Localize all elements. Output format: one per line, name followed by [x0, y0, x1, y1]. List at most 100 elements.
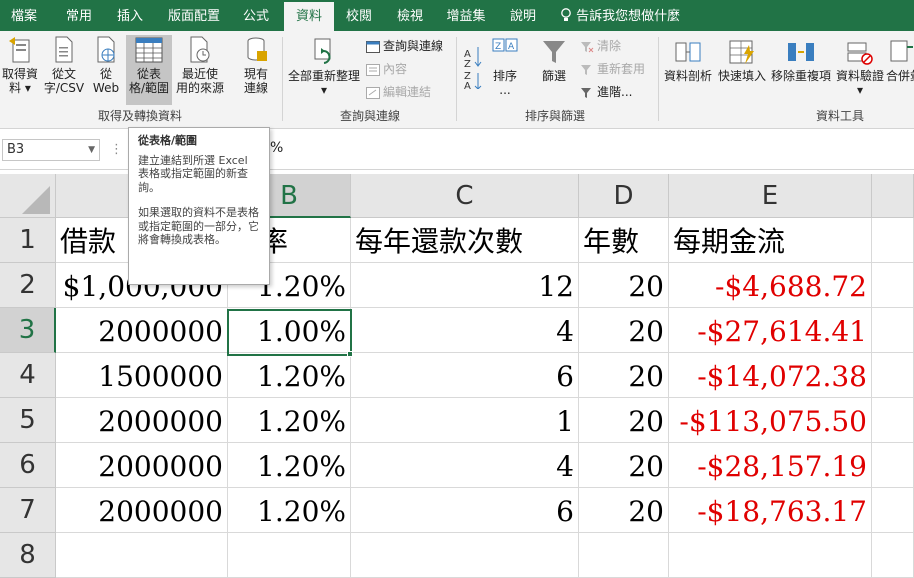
tell-me-box[interactable]: 告訴我您想做什麼	[560, 0, 710, 31]
from-table-range-button[interactable]: 從表 格/範圍	[126, 35, 172, 105]
get-data-icon	[0, 35, 40, 65]
filter-button[interactable]: 篩選	[536, 37, 572, 105]
grid-cell[interactable]: 20	[579, 353, 669, 398]
grid-cell[interactable]: 1	[351, 398, 579, 443]
grid-cell[interactable]	[872, 398, 914, 443]
grid-cell[interactable]: 1.00%	[228, 308, 351, 353]
row-header[interactable]: 2	[0, 263, 56, 308]
refresh-all-button[interactable]: 全部重新整理 ▾	[286, 37, 362, 105]
advanced-filter-button[interactable]: 進階...	[580, 84, 632, 100]
group-separator	[282, 37, 283, 121]
existing-label-2: 連線	[243, 81, 268, 95]
grid-cell[interactable]: -$18,763.17	[669, 488, 872, 533]
grid-cell[interactable]: 1500000	[56, 353, 228, 398]
grid-cell[interactable]	[351, 533, 579, 578]
text-to-columns-button[interactable]: 資料剖析	[663, 37, 713, 97]
clear-filter-button[interactable]: 清除	[580, 38, 621, 54]
row-header[interactable]: 5	[0, 398, 56, 443]
grid-cell[interactable]: -$113,075.50	[669, 398, 872, 443]
grid-cell[interactable]: -$28,157.19	[669, 443, 872, 488]
select-all-corner[interactable]	[0, 174, 56, 218]
grid-cell[interactable]	[228, 533, 351, 578]
grid-cell[interactable]	[579, 533, 669, 578]
row-header[interactable]: 8	[0, 533, 56, 578]
tab-home[interactable]: 常用	[56, 0, 102, 31]
existing-connections-button[interactable]: 現有 連線	[236, 35, 276, 105]
row-header[interactable]: 7	[0, 488, 56, 533]
get-data-label-1: 取得資	[1, 67, 38, 81]
grid-cell[interactable]: 4	[351, 443, 579, 488]
column-header-f[interactable]	[872, 174, 914, 218]
flash-fill-button[interactable]: 快速填入	[716, 37, 768, 97]
grid-cell[interactable]: -$4,688.72	[669, 263, 872, 308]
grid-cell[interactable]: 20	[579, 263, 669, 308]
name-box[interactable]: B3 ▼	[2, 139, 100, 161]
column-header-e[interactable]: E	[669, 174, 872, 218]
sort-az-button[interactable]: AZZA	[462, 43, 484, 93]
grid-cell[interactable]: 12	[351, 263, 579, 308]
row-header[interactable]: 4	[0, 353, 56, 398]
row-header[interactable]: 6	[0, 443, 56, 488]
from-text-csv-button[interactable]: 從文 字/CSV	[42, 35, 86, 105]
grid-cell[interactable]: 1.20%	[228, 443, 351, 488]
grid-cell[interactable]: 2000000	[56, 488, 228, 533]
grid-cell[interactable]	[872, 353, 914, 398]
row-header[interactable]: 1	[0, 218, 56, 263]
grid-cell[interactable]	[56, 533, 228, 578]
row-header[interactable]: 3	[0, 308, 56, 353]
grid-cell[interactable]	[872, 443, 914, 488]
sort-button[interactable]: ZA 排序 ...	[488, 37, 522, 105]
tab-formulas[interactable]: 公式	[236, 0, 276, 31]
table-icon	[126, 35, 172, 65]
grid-cell[interactable]: 4	[351, 308, 579, 353]
grid-cell[interactable]: 20	[579, 488, 669, 533]
tab-view[interactable]: 檢視	[390, 0, 430, 31]
tab-review[interactable]: 校閱	[340, 0, 378, 31]
grid-cell[interactable]: 20	[579, 398, 669, 443]
recent-sources-button[interactable]: 最近使 用的來源	[174, 35, 226, 105]
data-validation-button[interactable]: 資料驗證 ▾	[834, 37, 886, 105]
ribbon-data: 取得資 料 ▾ 從文 字/CSV 從 Web 從表 格/範圍 最近使 用的來源 …	[0, 31, 914, 129]
remove-duplicates-button[interactable]: 移除重複項	[770, 37, 832, 97]
grid-cell[interactable]: 6	[351, 353, 579, 398]
grid-cell[interactable]: 年數	[579, 218, 669, 263]
fill-handle[interactable]	[347, 351, 353, 357]
tab-page-layout[interactable]: 版面配置	[163, 0, 225, 31]
grid-cell[interactable]: 1.20%	[228, 488, 351, 533]
column-header-d[interactable]: D	[579, 174, 669, 218]
grid-cell[interactable]	[872, 488, 914, 533]
grid-cell[interactable]	[669, 533, 872, 578]
formula-input[interactable]: %	[270, 140, 283, 156]
queries-connections-button[interactable]: 查詢與連線	[366, 38, 443, 54]
grid-cell[interactable]: 每年還款次數	[351, 218, 579, 263]
grid-cell[interactable]	[872, 533, 914, 578]
get-data-button[interactable]: 取得資 料 ▾	[0, 35, 40, 105]
tab-insert[interactable]: 插入	[108, 0, 152, 31]
reapply-button[interactable]: 重新套用	[580, 61, 645, 77]
grid-cell[interactable]: 1.20%	[228, 353, 351, 398]
grid-cell[interactable]: 每期金流	[669, 218, 872, 263]
column-header-c[interactable]: C	[351, 174, 579, 218]
grid-cell[interactable]: 2000000	[56, 443, 228, 488]
grid-cell[interactable]: -$27,614.41	[669, 308, 872, 353]
grid-cell[interactable]	[872, 308, 914, 353]
tab-data[interactable]: 資料	[284, 2, 334, 31]
grid-cell[interactable]: 2000000	[56, 308, 228, 353]
tab-addins[interactable]: 增益集	[440, 0, 492, 31]
grid-cell[interactable]: 1.20%	[228, 398, 351, 443]
properties-button[interactable]: 內容	[366, 61, 407, 77]
from-web-button[interactable]: 從 Web	[88, 35, 124, 105]
grid-cell[interactable]: 6	[351, 488, 579, 533]
clear-label: 清除	[597, 39, 622, 53]
edit-links-button[interactable]: 編輯連結	[366, 84, 431, 100]
grid-cell[interactable]	[872, 218, 914, 263]
tab-help[interactable]: 說明	[505, 0, 541, 31]
tab-file[interactable]: 檔案	[0, 0, 48, 31]
tooltip-body-1: 建立連結到所選 Excel 表格或指定範圍的新查詢。	[138, 153, 248, 194]
grid-cell[interactable]: 20	[579, 308, 669, 353]
grid-cell[interactable]: 20	[579, 443, 669, 488]
grid-cell[interactable]: -$14,072.38	[669, 353, 872, 398]
consolidate-button[interactable]: 合併彙	[886, 37, 914, 97]
grid-cell[interactable]: 2000000	[56, 398, 228, 443]
grid-cell[interactable]	[872, 263, 914, 308]
